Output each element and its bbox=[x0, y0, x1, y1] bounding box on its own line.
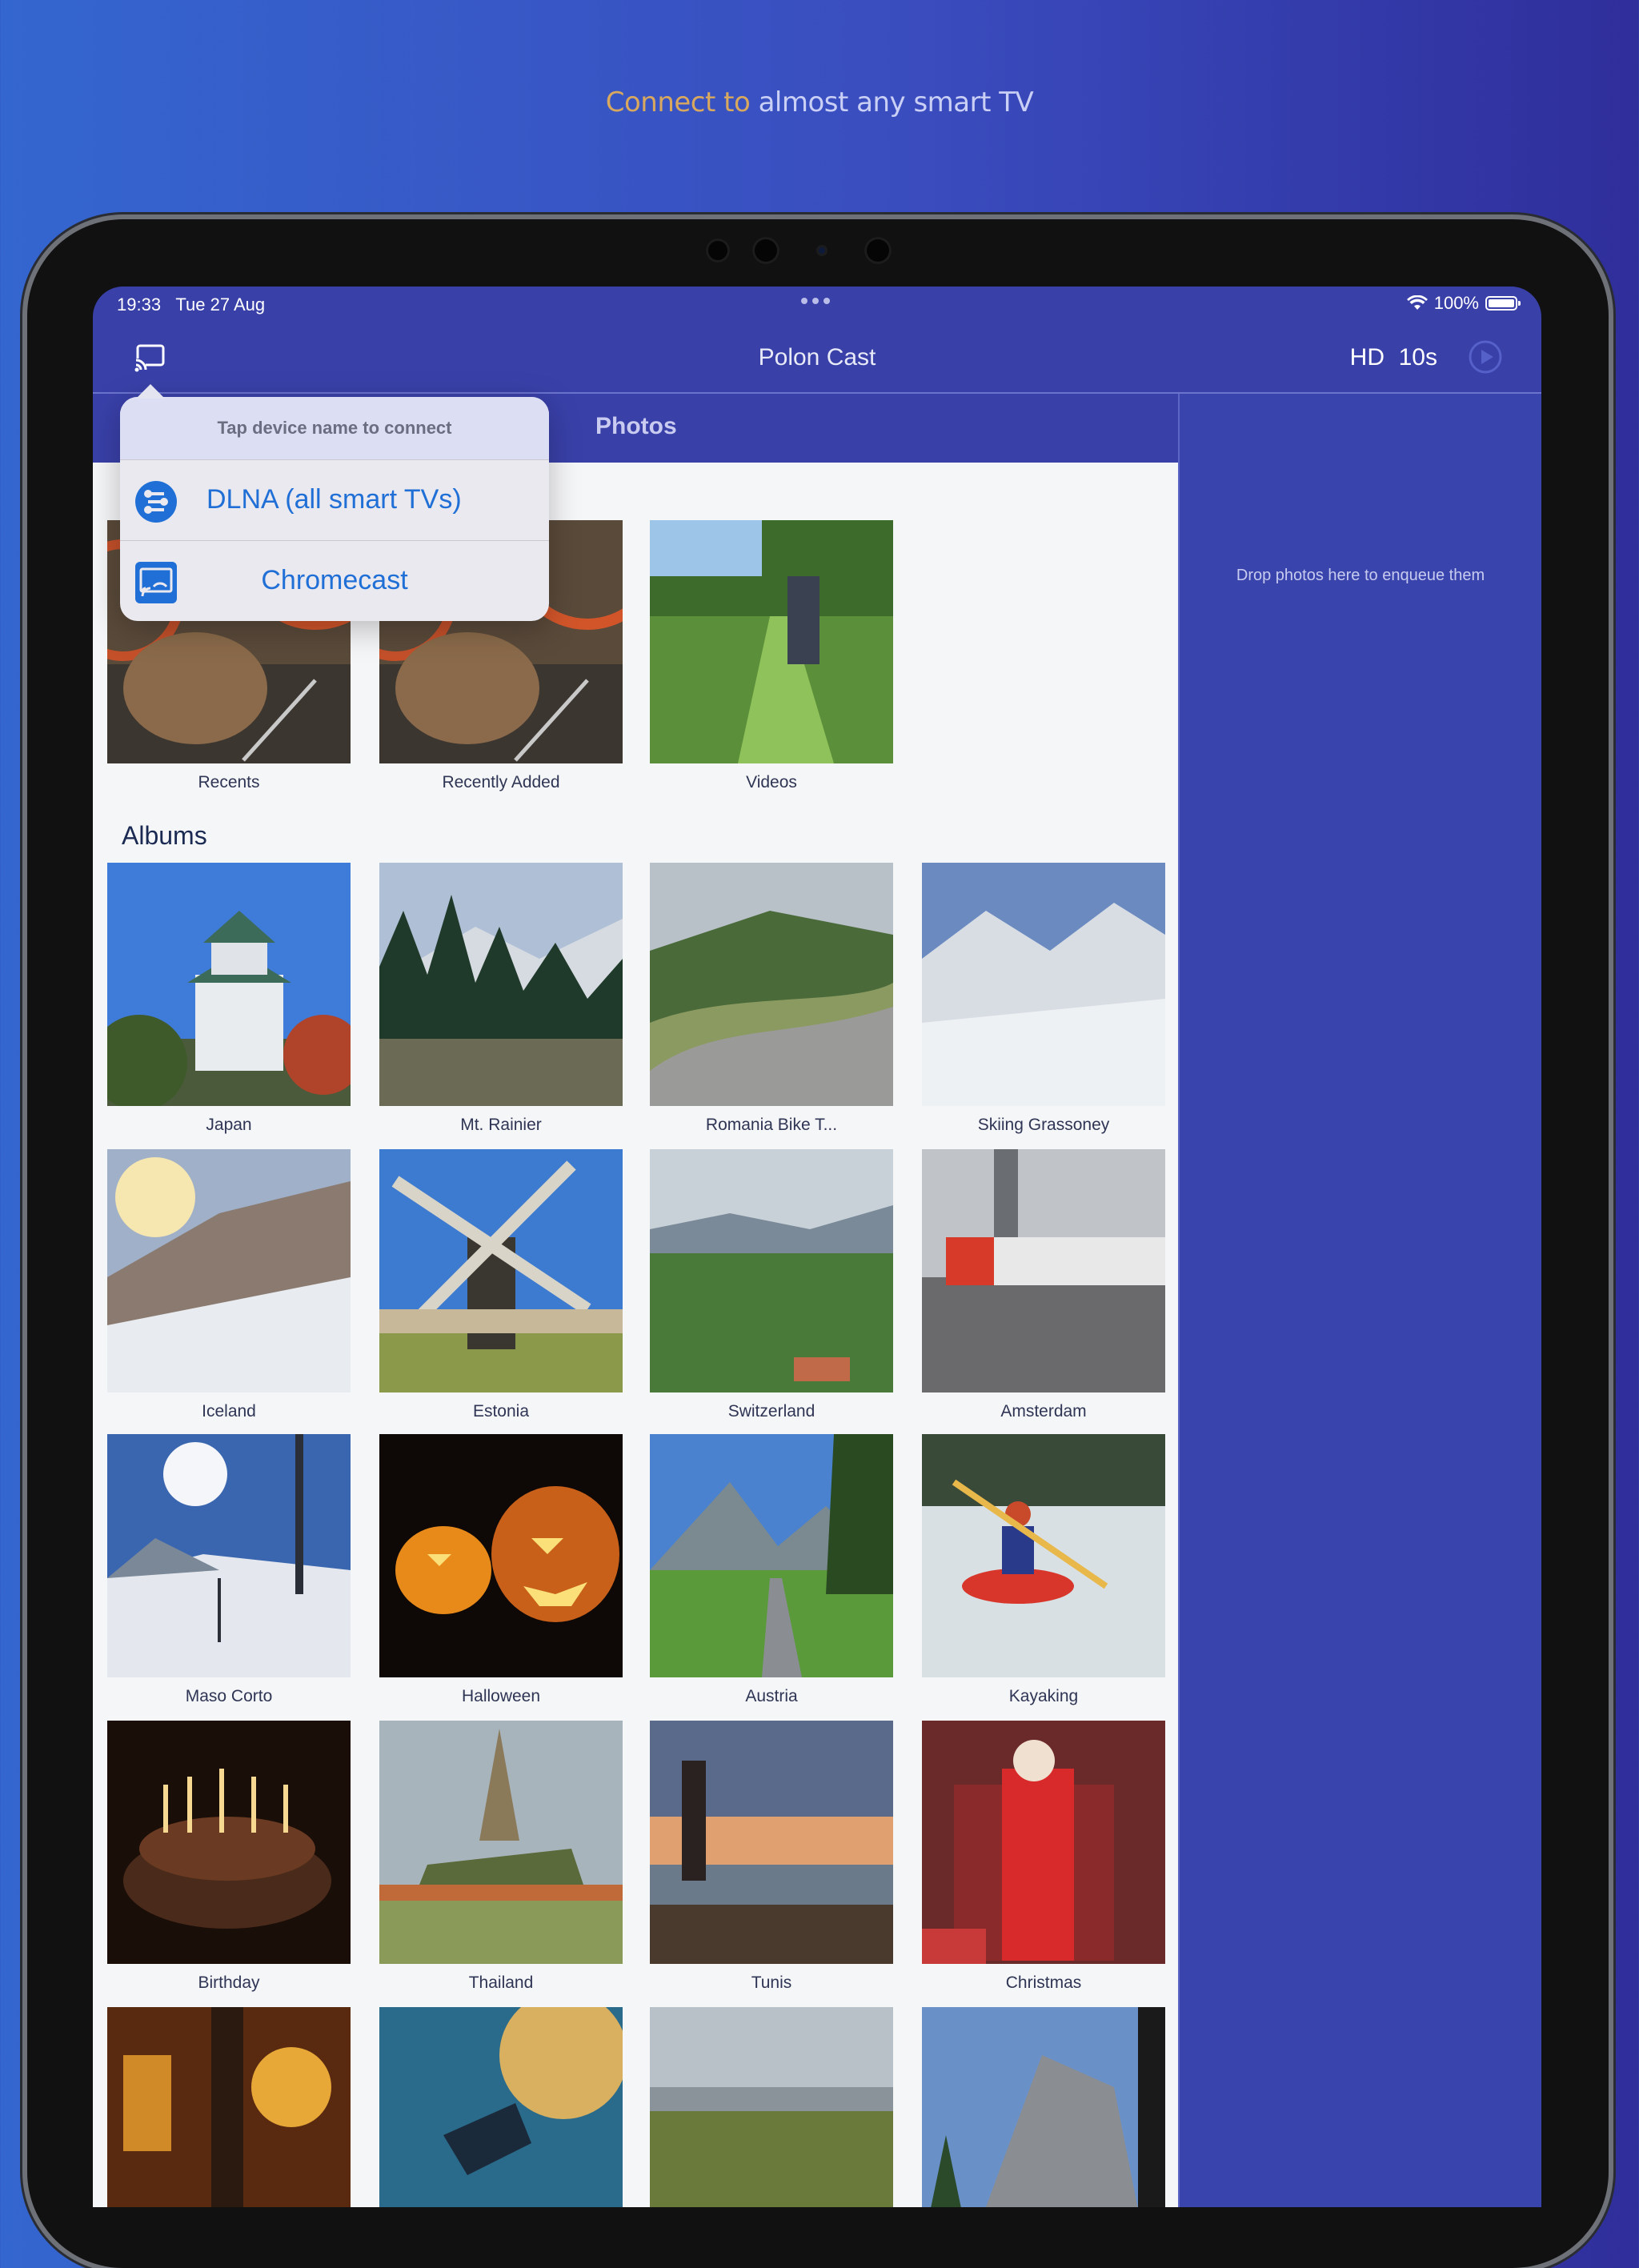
album-item[interactable]: Mt. Rainier bbox=[379, 863, 623, 1135]
photo-library: Recents Recently Added Videos Albums Jap… bbox=[93, 463, 1178, 2207]
album-thumbnail bbox=[107, 863, 351, 1106]
item-caption: Christmas bbox=[1005, 1973, 1082, 1992]
headline-highlight: Connect to bbox=[605, 86, 751, 118]
item-caption: Amsterdam bbox=[1000, 1402, 1087, 1421]
item-caption: Videos bbox=[746, 773, 797, 791]
library-item-videos[interactable]: Videos bbox=[650, 520, 893, 792]
item-caption: Mt. Rainier bbox=[460, 1116, 542, 1134]
albums-title: Albums bbox=[122, 821, 207, 850]
device-option-chromecast[interactable]: Chromecast bbox=[120, 540, 549, 621]
item-caption: Romania Bike T... bbox=[705, 1116, 838, 1134]
album-item[interactable] bbox=[922, 2007, 1165, 2207]
battery-icon bbox=[1485, 296, 1521, 311]
popover-arrow bbox=[136, 384, 165, 399]
item-caption: Skiing Grassoney bbox=[977, 1116, 1110, 1134]
album-thumbnail bbox=[650, 1434, 893, 1677]
dlna-label: DLNA (all smart TVs) bbox=[206, 484, 462, 515]
album-item[interactable] bbox=[650, 2007, 893, 2207]
promo-headline: Connect to almost any smart TV bbox=[0, 86, 1639, 118]
item-caption: Kayaking bbox=[1008, 1687, 1079, 1705]
album-thumbnail bbox=[922, 1149, 1165, 1392]
device-picker-popover: Tap device name to connect DLNA (all sma… bbox=[120, 384, 549, 621]
album-thumbnail bbox=[107, 1434, 351, 1677]
album-item[interactable]: Switzerland bbox=[650, 1149, 893, 1421]
album-item[interactable] bbox=[379, 2007, 623, 2207]
app-title: Polon Cast bbox=[758, 344, 876, 371]
item-caption: Estonia bbox=[472, 1402, 530, 1421]
album-thumbnail bbox=[107, 2007, 351, 2207]
album-thumbnail bbox=[650, 1149, 893, 1392]
album-thumbnail bbox=[379, 1434, 623, 1677]
app-screen: 19:33 Tue 27 Aug 100% Polon Cast HD 10s bbox=[93, 287, 1541, 2207]
status-bar: 19:33 Tue 27 Aug 100% bbox=[93, 287, 1541, 322]
hd-toggle[interactable]: HD bbox=[1350, 344, 1385, 371]
item-caption: Thailand bbox=[468, 1973, 534, 1992]
album-thumbnail bbox=[379, 2007, 623, 2207]
dlna-icon bbox=[135, 481, 177, 523]
queue-hint: Drop photos here to enqueue them bbox=[1236, 567, 1485, 584]
album-thumbnail bbox=[379, 1149, 623, 1392]
album-thumbnail bbox=[922, 1434, 1165, 1677]
album-thumbnail bbox=[650, 520, 893, 763]
interval-button[interactable]: 10s bbox=[1399, 344, 1437, 371]
status-clock: 19:33 Tue 27 Aug bbox=[117, 295, 266, 315]
item-caption: Halloween bbox=[461, 1687, 541, 1705]
album-item[interactable]: Estonia bbox=[379, 1149, 623, 1421]
item-caption: Birthday bbox=[198, 1973, 260, 1992]
album-thumbnail bbox=[107, 1721, 351, 1964]
album-thumbnail bbox=[379, 1721, 623, 1964]
item-caption: Japan bbox=[206, 1116, 252, 1134]
item-caption: Austria bbox=[745, 1687, 798, 1705]
album-thumbnail bbox=[922, 863, 1165, 1106]
album-item[interactable]: Birthday bbox=[107, 1721, 351, 1993]
album-item[interactable]: Skiing Grassoney bbox=[922, 863, 1165, 1135]
multitasking-dots[interactable] bbox=[801, 298, 830, 304]
album-item[interactable] bbox=[107, 2007, 351, 2207]
headline-rest: almost any smart TV bbox=[750, 86, 1034, 118]
album-thumbnail bbox=[650, 863, 893, 1106]
item-caption: Maso Corto bbox=[185, 1687, 273, 1705]
status-right: 100% bbox=[1406, 293, 1521, 314]
wifi-icon bbox=[1406, 295, 1428, 310]
battery-percent: 100% bbox=[1433, 293, 1479, 313]
album-thumbnail bbox=[650, 2007, 893, 2207]
device-option-dlna[interactable]: DLNA (all smart TVs) bbox=[120, 459, 549, 540]
album-thumbnail bbox=[922, 2007, 1165, 2207]
camera-sensor bbox=[706, 238, 730, 262]
camera-sensor bbox=[752, 237, 779, 264]
item-caption: Switzerland bbox=[727, 1402, 815, 1421]
queue-panel[interactable]: Drop photos here to enqueue them bbox=[1180, 394, 1541, 2207]
tab-photos[interactable]: Photos bbox=[595, 413, 677, 440]
item-caption: Recents bbox=[198, 773, 260, 791]
album-thumbnail bbox=[650, 1721, 893, 1964]
album-item[interactable]: Austria bbox=[650, 1434, 893, 1706]
album-item[interactable]: Romania Bike T... bbox=[650, 863, 893, 1135]
album-item[interactable]: Kayaking bbox=[922, 1434, 1165, 1706]
album-item[interactable]: Maso Corto bbox=[107, 1434, 351, 1706]
album-item[interactable]: Tunis bbox=[650, 1721, 893, 1993]
album-thumbnail bbox=[379, 863, 623, 1106]
item-caption: Iceland bbox=[202, 1402, 256, 1421]
album-item[interactable]: Christmas bbox=[922, 1721, 1165, 1993]
album-item[interactable]: Amsterdam bbox=[922, 1149, 1165, 1421]
nav-bar: Polon Cast HD 10s bbox=[93, 322, 1541, 394]
chromecast-label: Chromecast bbox=[261, 565, 408, 595]
item-caption: Recently Added bbox=[442, 773, 560, 791]
album-item[interactable]: Halloween bbox=[379, 1434, 623, 1706]
album-item[interactable]: Thailand bbox=[379, 1721, 623, 1993]
album-item[interactable]: Iceland bbox=[107, 1149, 351, 1421]
album-thumbnail bbox=[922, 1721, 1165, 1964]
item-caption: Tunis bbox=[751, 1973, 792, 1992]
camera-sensor bbox=[864, 237, 892, 264]
play-icon[interactable] bbox=[1468, 339, 1503, 375]
popover-header: Tap device name to connect bbox=[120, 397, 549, 459]
album-item[interactable]: Japan bbox=[107, 863, 351, 1135]
album-thumbnail bbox=[107, 1149, 351, 1392]
front-camera bbox=[816, 245, 828, 256]
